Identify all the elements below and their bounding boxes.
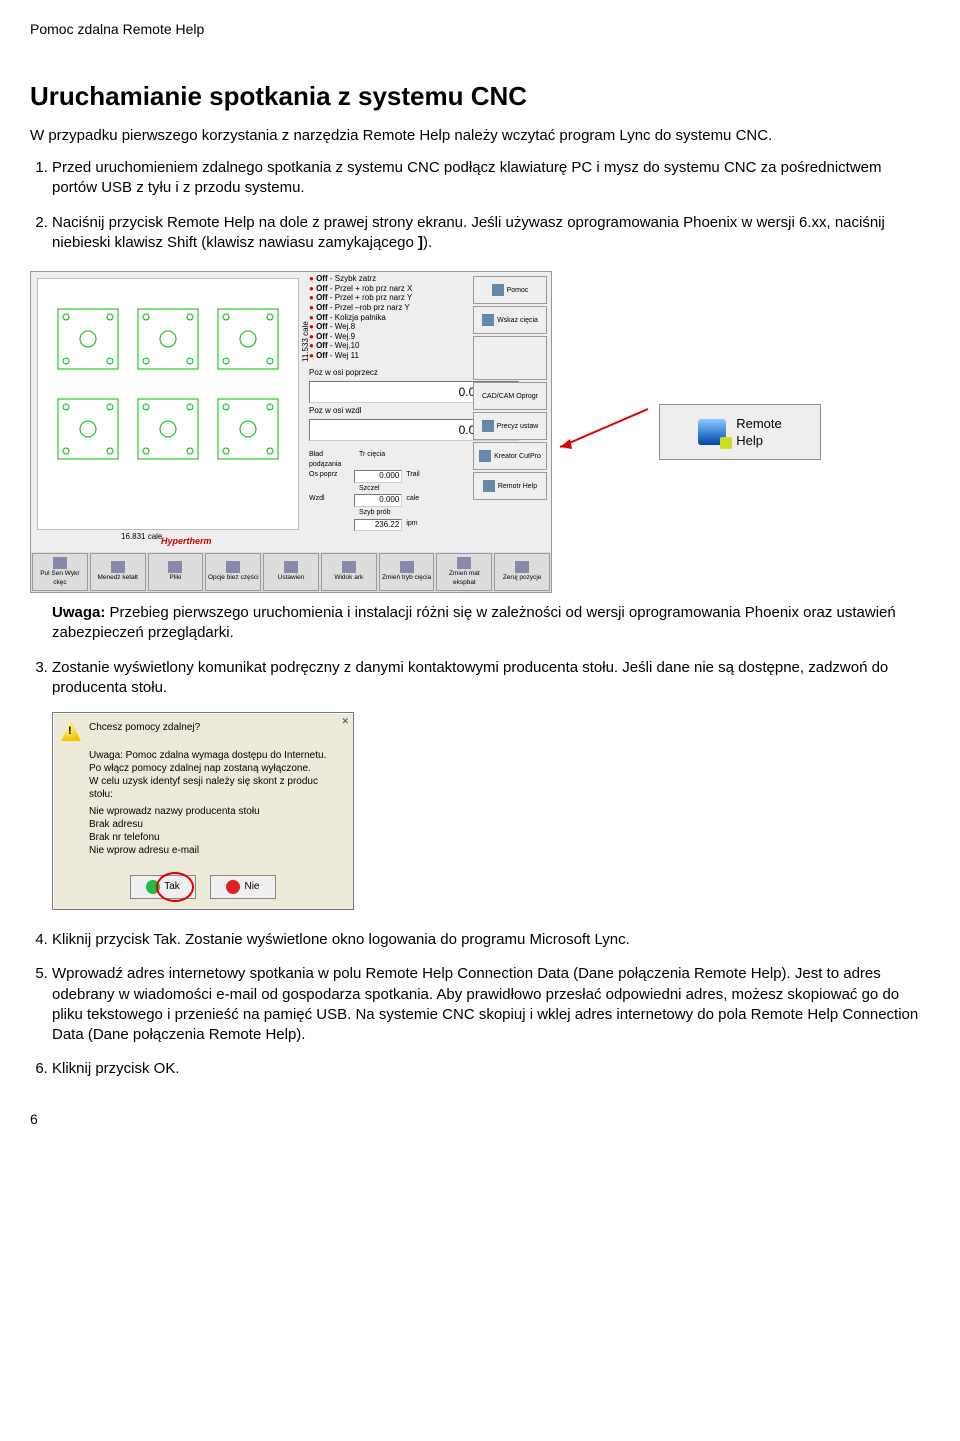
gear-icon	[482, 420, 494, 432]
remote-help-button-enlarged[interactable]: Remote Help	[659, 404, 821, 460]
cnc-cuttips-button[interactable]: Wskaz cięcia	[473, 306, 547, 334]
dialog-paragraph-1: Uwaga: Pomoc zdalna wymaga dostępu do In…	[89, 749, 343, 801]
cnc-bb-4[interactable]: Ustawien	[263, 553, 319, 591]
step-6: Kliknij przycisk OK.	[52, 1059, 930, 1079]
cross-icon	[226, 880, 240, 894]
cnc-bb-8[interactable]: Zeruj pozycje	[494, 553, 550, 591]
cnc-precision-button[interactable]: Precyz ustaw	[473, 412, 547, 440]
cnc-x-axis-label: 16.831 cale	[121, 532, 162, 543]
cnc-bb-3[interactable]: Opcje biez części	[205, 553, 261, 591]
intro-paragraph: W przypadku pierwszego korzystania z nar…	[30, 126, 930, 146]
tips-icon	[482, 314, 494, 326]
no-label: Nie	[244, 880, 259, 894]
cnc-bb-5[interactable]: Widok ark	[321, 553, 377, 591]
instructions-list-continued: Zostanie wyświetlony komunikat podręczny…	[30, 658, 930, 699]
close-icon[interactable]: ✕	[341, 715, 349, 727]
cnc-bb-0[interactable]: Pul Sen Wykr ckęc	[32, 553, 88, 591]
cnc-part-preview	[37, 278, 299, 530]
step-5: Wprowadź adres internetowy spotkania w p…	[52, 964, 930, 1045]
step-2: Naciśnij przycisk Remote Help na dole z …	[52, 213, 930, 254]
cnc-cutpro-button[interactable]: Kreator CutPro	[473, 442, 547, 470]
page-title: Uruchamianie spotkania z systemu CNC	[30, 79, 930, 114]
cnc-sidebar: Pomoc Wskaz cięcia CAD/CAM Oprogr Precyz…	[473, 276, 547, 502]
help-icon	[492, 284, 504, 296]
dialog-no-button[interactable]: Nie	[210, 875, 276, 899]
remote-help-label: Remote Help	[736, 415, 782, 450]
note-text: Przebieg pierwszego uruchomienia i insta…	[52, 604, 896, 641]
wizard-icon	[479, 450, 491, 462]
cnc-help-button[interactable]: Pomoc	[473, 276, 547, 304]
cnc-bb-6[interactable]: Zmień tryb cięcia	[379, 553, 435, 591]
cnc-bb-2[interactable]: Pliki	[148, 553, 204, 591]
cnc-remote-help-button[interactable]: Remotr Help	[473, 472, 547, 500]
instructions-list: Przed uruchomieniem zdalnego spotkania z…	[30, 158, 930, 253]
instructions-list-continued-2: Kliknij przycisk Tak. Zostanie wyświetlo…	[30, 930, 930, 1080]
note-label: Uwaga:	[52, 604, 105, 621]
warning-icon	[61, 721, 81, 741]
step-3: Zostanie wyświetlony komunikat podręczny…	[52, 658, 930, 699]
cnc-bottombar: Pul Sen Wykr ckęc Menedż ketałt Pliki Op…	[31, 552, 551, 592]
step-1: Przed uruchomieniem zdalnego spotkania z…	[52, 158, 930, 199]
cnc-brand-label: Hypertherm	[161, 535, 212, 547]
page-number: 6	[30, 1110, 930, 1129]
cnc-readouts-grid: Bład podązaniaTr cięcia Os poprz0.000Tra…	[309, 450, 449, 532]
note-block: Uwaga: Przebieg pierwszego uruchomienia …	[52, 603, 930, 644]
remote-help-icon	[698, 419, 726, 445]
dialog-paragraph-2: Nie wprowadz nazwy producenta stołu Brak…	[89, 805, 343, 857]
cnc-blank-button[interactable]	[473, 336, 547, 380]
step-4: Kliknij przycisk Tak. Zostanie wyświetlo…	[52, 930, 930, 950]
page-header: Pomoc zdalna Remote Help	[30, 20, 930, 39]
cnc-screenshot-row: 16.831 cale 11.533 cale Off - Szybk zatr…	[30, 271, 930, 593]
remote-help-dialog: ✕ Chcesz pomocy zdalnej? Uwaga: Pomoc zd…	[52, 712, 354, 910]
cnc-app-screenshot: 16.831 cale 11.533 cale Off - Szybk zatr…	[30, 271, 552, 593]
callout-arrow	[558, 399, 653, 465]
cnc-cadcam-button[interactable]: CAD/CAM Oprogr	[473, 382, 547, 410]
cnc-bb-7[interactable]: Zmień mat ekspbat	[436, 553, 492, 591]
cnc-bb-1[interactable]: Menedż ketałt	[90, 553, 146, 591]
remote-icon	[483, 480, 495, 492]
cnc-off-status-list: Off - Szybk zatrz Off - Przel + rob prz …	[309, 274, 449, 360]
dialog-title: Chcesz pomocy zdalnej?	[89, 721, 200, 741]
